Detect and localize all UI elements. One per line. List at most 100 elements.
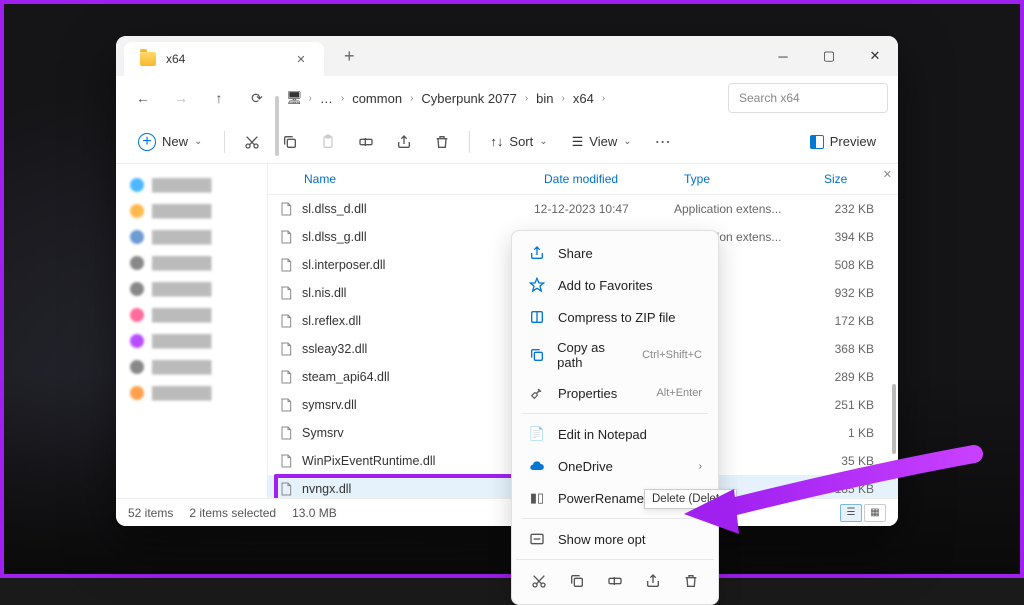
ctx-compress[interactable]: Compress to ZIP file [516,301,714,333]
file-size: 35 KB [814,454,884,468]
ctx-show-more[interactable]: Show more opt [516,523,714,555]
ctx-delete-button[interactable] [676,566,706,596]
search-input[interactable]: Search x64 [728,83,888,113]
up-button[interactable]: ↑ [202,82,236,114]
ctx-notepad[interactable]: 📄 Edit in Notepad [516,418,714,450]
column-size[interactable]: Size [818,168,888,190]
file-size: 185 KB [814,482,884,496]
view-icon: ☰ [572,134,584,150]
sidebar-item[interactable]: ███████ [120,380,263,406]
close-icon[interactable]: ✕ [294,52,308,66]
sidebar-item[interactable]: ███████ [120,198,263,224]
sidebar-item[interactable]: ███████ [120,328,263,354]
icons-view-button[interactable]: ▦ [864,504,886,522]
file-size: 1 KB [814,426,884,440]
breadcrumb-item[interactable]: Cyberpunk 2077 [419,87,518,110]
breadcrumb[interactable]: 🖥 › … › common › Cyberpunk 2077 › bin › … [278,87,724,110]
ctx-copy-button[interactable] [562,566,592,596]
sidebar-item[interactable]: ███████ [120,250,263,276]
navbar: ← → ↑ ⟳ 🖥 › … › common › Cyberpunk 2077 … [116,76,898,120]
preview-button[interactable]: Preview [800,130,886,153]
file-icon [278,369,294,385]
ctx-share[interactable]: Share [516,237,714,269]
sidebar-item[interactable]: ███████ [120,224,263,250]
file-name: ssleay32.dll [302,342,534,356]
file-icon [278,397,294,413]
selection-size: 13.0 MB [292,506,337,520]
sidebar: ████████████████████████████████████████… [116,164,268,498]
pc-icon: 🖥 [286,90,303,106]
selection-count: 2 items selected [189,506,276,520]
copy-button[interactable] [275,127,305,157]
file-name: sl.reflex.dll [302,314,534,328]
file-size: 289 KB [814,370,884,384]
file-name: sl.dlss_g.dll [302,230,534,244]
breadcrumb-item[interactable]: x64 [571,87,596,110]
file-size: 508 KB [814,258,884,272]
close-button[interactable]: ✕ [852,36,898,76]
toolbar: + New ⌄ ↑↓ Sort ⌄ ☰ View ⌄ ⋯ Preview [116,120,898,164]
view-button[interactable]: ☰ View ⌄ [564,130,640,154]
file-name: WinPixEventRuntime.dll [302,454,534,468]
statusbar: 52 items 2 items selected 13.0 MB ☰ ▦ [116,498,898,526]
column-date[interactable]: Date modified [538,168,678,190]
column-headers: Name Date modified Type Size ✕ [268,164,898,195]
column-name[interactable]: Name [298,168,538,190]
file-icon [278,313,294,329]
maximize-button[interactable]: ▢ [806,36,852,76]
cut-button[interactable] [237,127,267,157]
ctx-share-button[interactable] [638,566,668,596]
titlebar: x64 ✕ + ─ ▢ ✕ [116,36,898,76]
file-name: sl.interposer.dll [302,258,534,272]
cloud-icon [528,457,546,475]
zip-icon [528,308,546,326]
breadcrumb-item[interactable]: common [350,87,404,110]
ctx-onedrive[interactable]: OneDrive › [516,450,714,482]
forward-button[interactable]: → [164,82,198,114]
chevron-right-icon: › [699,461,702,472]
file-name: nvngx.dll [302,482,534,496]
details-view-button[interactable]: ☰ [840,504,862,522]
file-explorer-window: x64 ✕ + ─ ▢ ✕ ← → ↑ ⟳ 🖥 › … › common › C… [116,36,898,526]
file-date: 12-12-2023 10:47 [534,202,674,216]
sidebar-item[interactable]: ███████ [120,354,263,380]
refresh-button[interactable]: ⟳ [240,82,274,114]
ctx-properties[interactable]: Properties Alt+Enter [516,377,714,409]
table-row[interactable]: sl.dlss_d.dll 12-12-2023 10:47 Applicati… [268,195,898,223]
folder-icon [140,52,156,66]
powerrename-icon: ▮▯ [528,489,546,507]
file-name: sl.dlss_d.dll [302,202,534,216]
sort-button[interactable]: ↑↓ Sort ⌄ [482,130,555,153]
file-icon [278,229,294,245]
back-button[interactable]: ← [126,82,160,114]
ctx-favorites[interactable]: Add to Favorites [516,269,714,301]
file-name: symsrv.dll [302,398,534,412]
delete-button[interactable] [427,127,457,157]
file-icon [278,453,294,469]
sidebar-item[interactable]: ███████ [120,302,263,328]
new-button[interactable]: + New ⌄ [128,129,212,155]
paste-button[interactable] [313,127,343,157]
minimize-button[interactable]: ─ [760,36,806,76]
notepad-icon: 📄 [528,425,546,443]
column-type[interactable]: Type [678,168,818,190]
sidebar-item[interactable]: ███████ [120,276,263,302]
file-icon [278,285,294,301]
close-icon[interactable]: ✕ [883,168,892,181]
more-button[interactable]: ⋯ [648,127,678,157]
ellipsis-icon[interactable]: … [318,87,335,110]
ctx-rename-button[interactable] [600,566,630,596]
share-button[interactable] [389,127,419,157]
sidebar-item[interactable]: ███████ [120,172,263,198]
scrollbar[interactable] [890,194,896,498]
rename-button[interactable] [351,127,381,157]
ctx-cut-button[interactable] [524,566,554,596]
tab-title: x64 [166,52,284,66]
file-name: Symsrv [302,426,534,440]
ctx-copy-path[interactable]: Copy as path Ctrl+Shift+C [516,333,714,377]
tab-x64[interactable]: x64 ✕ [124,42,324,76]
breadcrumb-item[interactable]: bin [534,87,555,110]
file-name: sl.nis.dll [302,286,534,300]
new-tab-button[interactable]: + [334,46,365,67]
item-count: 52 items [128,506,173,520]
